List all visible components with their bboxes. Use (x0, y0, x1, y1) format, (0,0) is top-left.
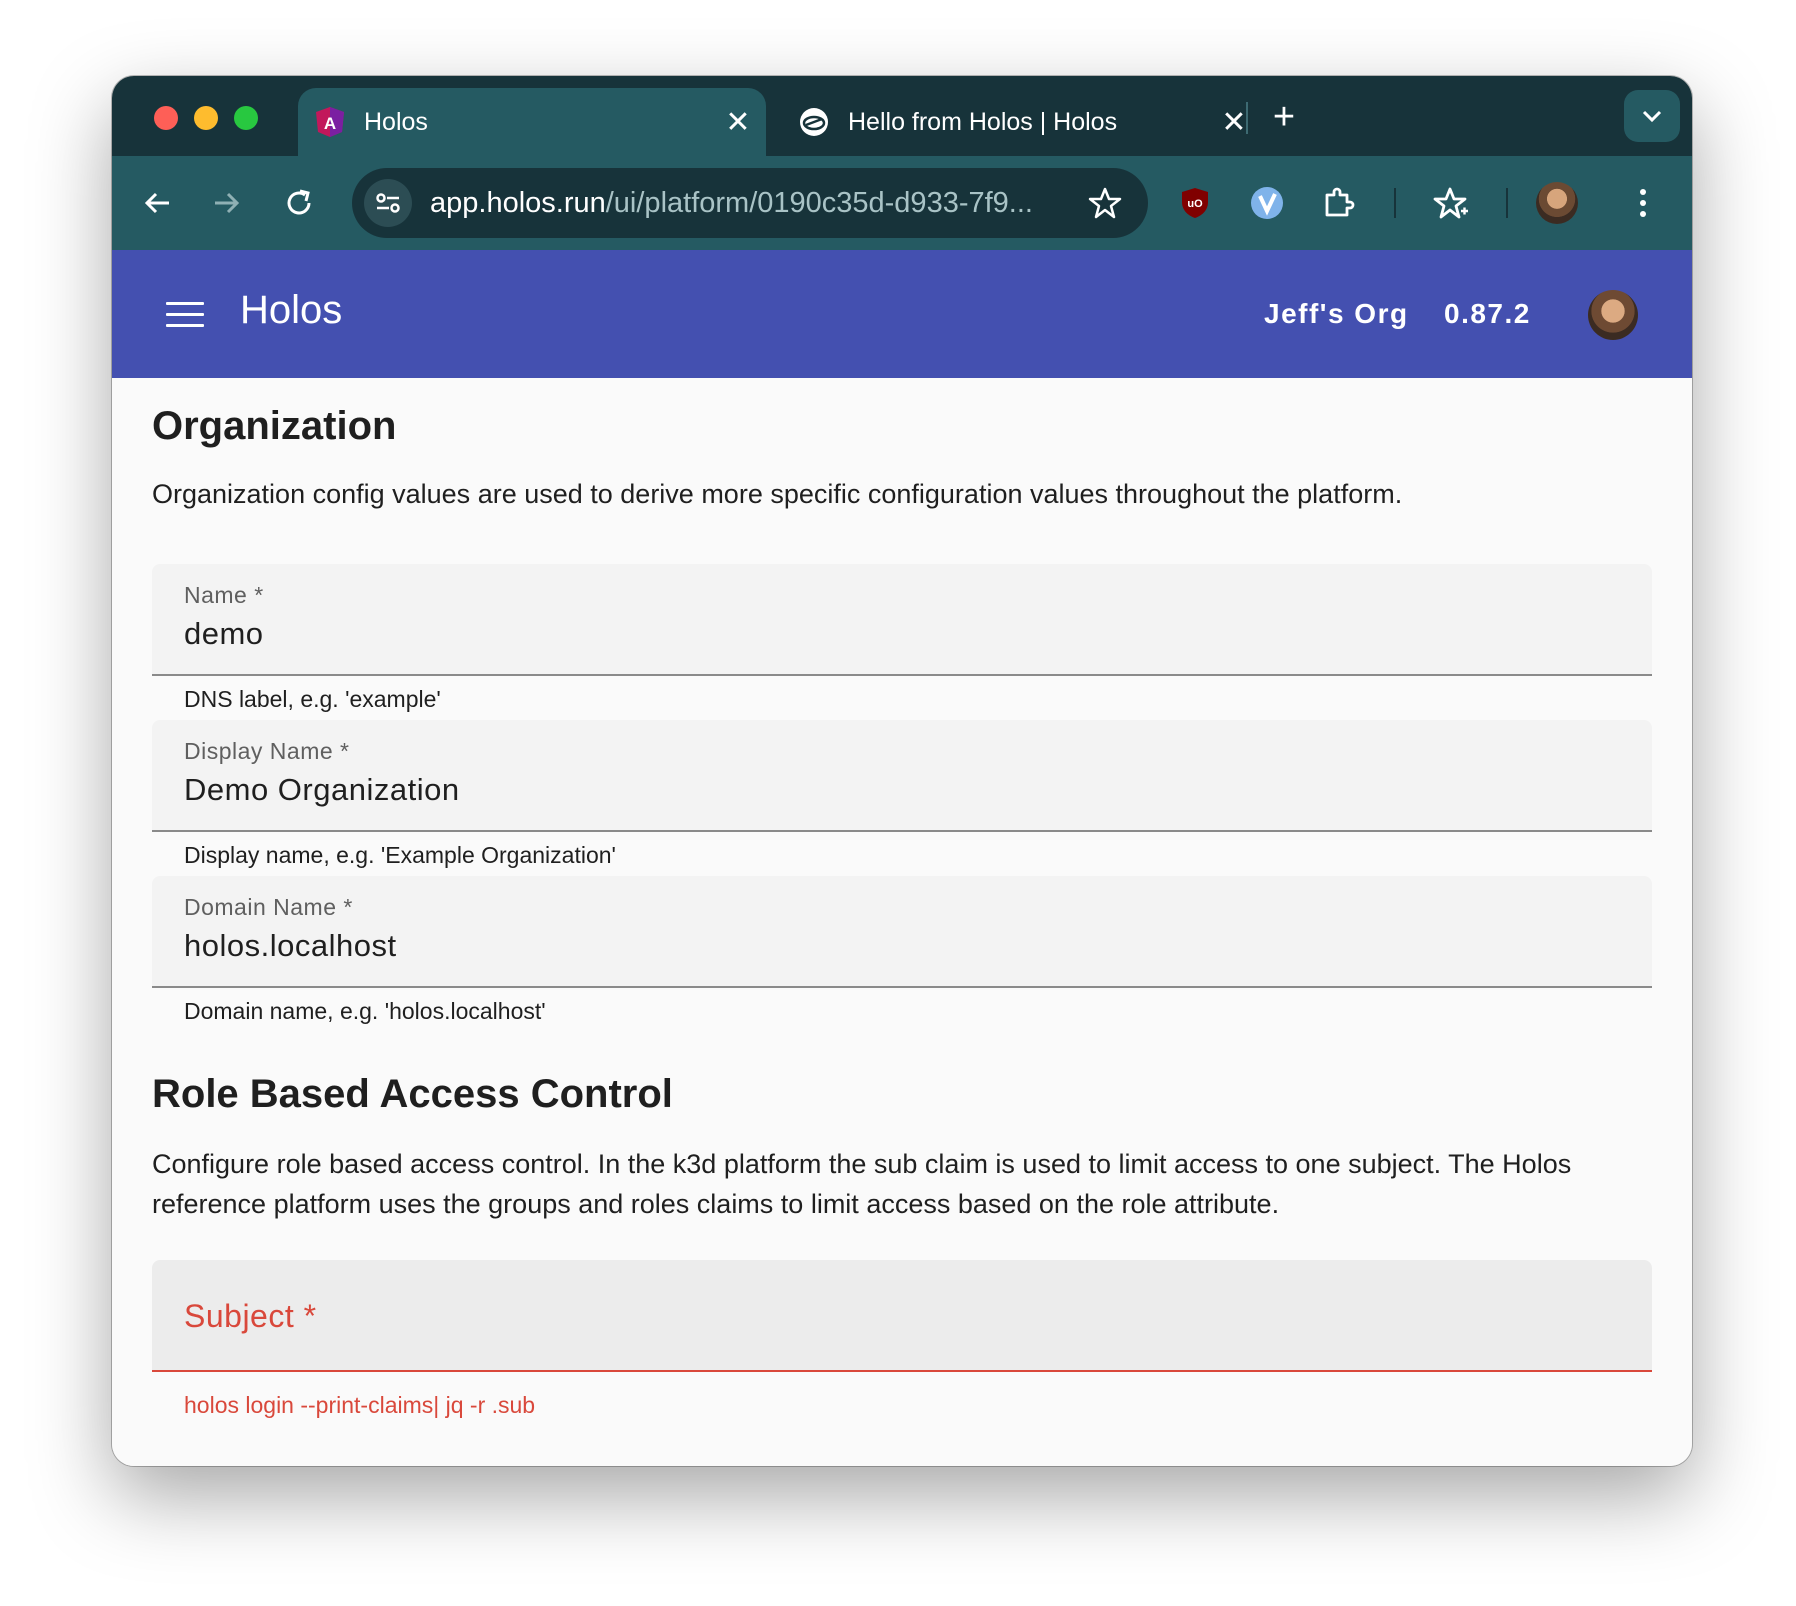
back-button[interactable] (132, 178, 182, 228)
organization-heading: Organization (152, 404, 397, 448)
toolbar-separator (1506, 188, 1508, 218)
bookmark-star-icon[interactable] (1084, 182, 1126, 224)
arrow-right-icon (215, 192, 240, 214)
field-label: Name * (184, 582, 264, 608)
browser-toolbar: app.holos.run/ui/platform/0190c35d-d933-… (112, 156, 1692, 250)
org-switcher[interactable]: Jeff's Org (1264, 298, 1409, 330)
tab-holos[interactable]: A Holos ✕ (298, 88, 766, 156)
tab-close-icon[interactable]: ✕ (720, 104, 756, 140)
main-content: Organization Organization config values … (112, 378, 1692, 1466)
more-menu-icon[interactable] (1618, 178, 1668, 228)
tab-hello-from-holos[interactable]: Hello from Holos | Holos ✕ (782, 88, 1262, 156)
new-tab-button[interactable]: + (1264, 98, 1304, 138)
tab-title: Hello from Holos | Holos (848, 107, 1118, 136)
version-label: 0.87.2 (1444, 298, 1531, 329)
menu-icon[interactable] (166, 294, 206, 334)
svg-text:uO: uO (1187, 198, 1203, 210)
field-label: Display Name * (184, 738, 350, 764)
vimium-extension-icon[interactable] (1242, 178, 1292, 228)
minimize-window-button[interactable] (194, 106, 218, 130)
chevron-down-icon (1642, 110, 1662, 123)
angular-icon: A (314, 106, 346, 138)
address-bar[interactable]: app.holos.run/ui/platform/0190c35d-d933-… (352, 168, 1148, 238)
bookmarks-star-icon[interactable] (1426, 178, 1476, 228)
domain-name-field[interactable]: Domain Name * (152, 876, 1652, 988)
site-info-button[interactable] (364, 179, 412, 227)
rbac-description: Configure role based access control. In … (152, 1149, 1572, 1219)
subject-hint: holos login --print-claims| jq -r .sub (184, 1392, 536, 1418)
arrow-left-icon (144, 192, 169, 214)
organization-description: Organization config values are used to d… (152, 479, 1403, 509)
app-title: Holos (240, 288, 343, 332)
maximize-window-button[interactable] (234, 106, 258, 130)
extensions-puzzle-icon[interactable] (1314, 178, 1364, 228)
toolbar-separator (1394, 188, 1396, 218)
url-text[interactable]: app.holos.run/ui/platform/0190c35d-d933-… (430, 187, 1070, 220)
url-host: app.holos.run (430, 186, 606, 219)
close-window-button[interactable] (154, 106, 178, 130)
svg-text:A: A (324, 114, 336, 133)
tab-separator (1246, 102, 1248, 134)
reload-button[interactable] (274, 178, 324, 228)
name-field[interactable]: Name * (152, 564, 1652, 676)
tab-search-button[interactable] (1624, 90, 1680, 142)
url-path: /ui/platform/0190c35d-d933-7f9... (605, 186, 1033, 219)
reload-icon (287, 189, 311, 215)
display-name-input[interactable] (184, 772, 1584, 808)
name-input[interactable] (184, 616, 1584, 652)
domain-name-input[interactable] (184, 928, 1584, 964)
rbac-heading: Role Based Access Control (152, 1072, 673, 1116)
tune-icon (376, 193, 400, 213)
user-avatar[interactable] (1588, 290, 1638, 340)
display-name-hint: Display name, e.g. 'Example Organization… (184, 842, 616, 868)
holos-favicon-icon (798, 106, 830, 138)
forward-button[interactable] (202, 178, 252, 228)
browser-window: A Holos ✕ Hello from Holos | Holos ✕ + a… (112, 76, 1692, 1466)
field-label: Domain Name * (184, 894, 353, 920)
display-name-field[interactable]: Display Name * (152, 720, 1652, 832)
subject-field[interactable]: Subject * (152, 1260, 1652, 1372)
name-hint: DNS label, e.g. 'example' (184, 686, 441, 712)
profile-avatar[interactable] (1536, 182, 1578, 224)
ublock-extension-icon[interactable]: uO (1170, 178, 1220, 228)
subject-input[interactable] (184, 1312, 1584, 1348)
app-bar: Holos Jeff's Org 0.87.2 (112, 250, 1692, 378)
tab-title: Holos (364, 107, 428, 136)
tab-strip: A Holos ✕ Hello from Holos | Holos ✕ + (112, 76, 1692, 156)
domain-name-hint: Domain name, e.g. 'holos.localhost' (184, 998, 546, 1024)
